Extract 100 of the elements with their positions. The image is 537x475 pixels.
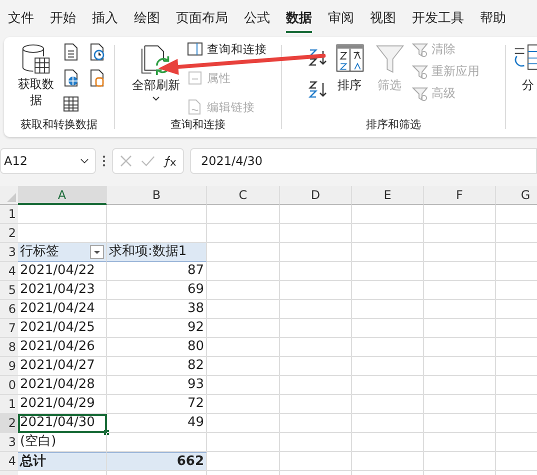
empty-cell: [280, 338, 352, 357]
document-database-icon[interactable]: [89, 69, 105, 87]
empty-cell: [280, 395, 352, 414]
row-header[interactable]: 0: [0, 376, 18, 395]
database-icon: [21, 43, 51, 75]
empty-cell: [424, 452, 496, 471]
row-header[interactable]: 6: [0, 300, 18, 319]
ribbon-tab[interactable]: 审阅: [320, 0, 362, 36]
row-header[interactable]: 4: [0, 262, 18, 281]
table-cell: 求和项:数据1: [107, 243, 207, 262]
document-clock-icon[interactable]: [89, 43, 105, 61]
table-cell: 82: [107, 357, 207, 376]
row-header[interactable]: 3: [0, 433, 18, 452]
empty-cell: [280, 205, 352, 224]
column-header[interactable]: F: [424, 186, 496, 205]
empty-cell: [424, 205, 496, 224]
empty-cell: [352, 433, 424, 452]
column-header[interactable]: D: [280, 186, 352, 205]
table-cell: 2021/04/28: [18, 376, 107, 395]
caret-icon: [152, 96, 160, 101]
table-cell: 2021/04/24: [18, 300, 107, 319]
row-header[interactable]: 8: [0, 338, 18, 357]
table-cell: 2021/04/22: [18, 262, 107, 281]
ribbon-tab[interactable]: 数据: [278, 0, 320, 36]
name-box[interactable]: A12: [0, 148, 96, 174]
empty-cell: [424, 224, 496, 243]
empty-cell: [424, 262, 496, 281]
ribbon-tab[interactable]: 开发工具: [404, 0, 472, 36]
empty-cell: [280, 300, 352, 319]
panel-icon: [187, 41, 203, 57]
formula-field[interactable]: 2021/4/30: [190, 148, 537, 174]
filter-dropdown-icon[interactable]: [90, 245, 104, 259]
column-header[interactable]: B: [107, 186, 207, 205]
empty-cell: [352, 281, 424, 300]
text-to-columns-button[interactable]: 分: [510, 41, 537, 96]
empty-cell: [424, 433, 496, 452]
empty-cell: [280, 243, 352, 262]
table-cell: 662: [107, 452, 207, 471]
row-header[interactable]: 2: [0, 414, 18, 433]
refresh-icon: [141, 43, 171, 75]
row-header[interactable]: 7: [0, 319, 18, 338]
sort-button[interactable]: 排序: [332, 41, 368, 96]
table-cell: 总计: [18, 452, 107, 471]
ribbon-tab[interactable]: 页面布局: [168, 0, 236, 36]
table-cell: 69: [107, 281, 207, 300]
more-icon[interactable]: [102, 155, 106, 167]
column-header[interactable]: E: [352, 186, 424, 205]
chevron-down-icon: [80, 158, 89, 164]
row-header[interactable]: 1: [0, 205, 18, 224]
table-icon[interactable]: [63, 95, 79, 113]
ribbon-tab[interactable]: 插入: [84, 0, 126, 36]
row-header[interactable]: 5: [0, 281, 18, 300]
row-header[interactable]: 2: [0, 224, 18, 243]
empty-cell: [352, 357, 424, 376]
group-label: 排序和筛选: [366, 117, 421, 133]
empty-cell: [424, 319, 496, 338]
funnel-gear-icon: [412, 86, 428, 102]
empty-cell: [280, 319, 352, 338]
properties-icon: [187, 70, 203, 86]
table-cell: 93: [107, 376, 207, 395]
empty-cell: [280, 433, 352, 452]
ribbon-tab[interactable]: 帮助: [472, 0, 514, 36]
document-globe-icon[interactable]: [63, 69, 79, 87]
empty-cell: [352, 205, 424, 224]
sort-descending-icon[interactable]: [308, 79, 328, 99]
empty-cell: [352, 452, 424, 471]
row-header[interactable]: 3: [0, 243, 18, 262]
column-header[interactable]: C: [207, 186, 280, 205]
empty-cell: [424, 243, 496, 262]
ribbon-tab[interactable]: 公式: [236, 0, 278, 36]
ribbon-tab[interactable]: 开始: [42, 0, 84, 36]
empty-cell: [352, 376, 424, 395]
empty-cell: [280, 414, 352, 433]
document-icon[interactable]: [63, 43, 79, 61]
empty-cell: [424, 414, 496, 433]
empty-cell: [280, 262, 352, 281]
function-icon[interactable]: [163, 154, 177, 168]
check-icon[interactable]: [141, 154, 155, 168]
empty-cell: [424, 357, 496, 376]
row-header[interactable]: 1: [0, 395, 18, 414]
refresh-all-button[interactable]: 全部刷新: [129, 41, 183, 103]
ribbon-tab[interactable]: 文件: [0, 0, 42, 36]
empty-cell: [352, 338, 424, 357]
row-header[interactable]: 9: [0, 357, 18, 376]
column-header[interactable]: A: [18, 186, 107, 205]
table-cell: 80: [107, 338, 207, 357]
row-header[interactable]: 4: [0, 452, 18, 471]
empty-cell: [352, 414, 424, 433]
empty-cell: [424, 300, 496, 319]
table-cell: 38: [107, 300, 207, 319]
ribbon-tab[interactable]: 绘图: [126, 0, 168, 36]
column-header[interactable]: G: [496, 186, 537, 205]
table-cell: 87: [107, 262, 207, 281]
ribbon-tab[interactable]: 视图: [362, 0, 404, 36]
empty-cell: [280, 224, 352, 243]
ribbon-button[interactable]: 查询和连接: [187, 41, 267, 57]
group-label: 获取和转换数据: [20, 117, 98, 133]
empty-cell: [352, 224, 424, 243]
get-data-button[interactable]: 获取数据: [13, 41, 59, 110]
sort-ascending-icon[interactable]: [308, 47, 328, 67]
